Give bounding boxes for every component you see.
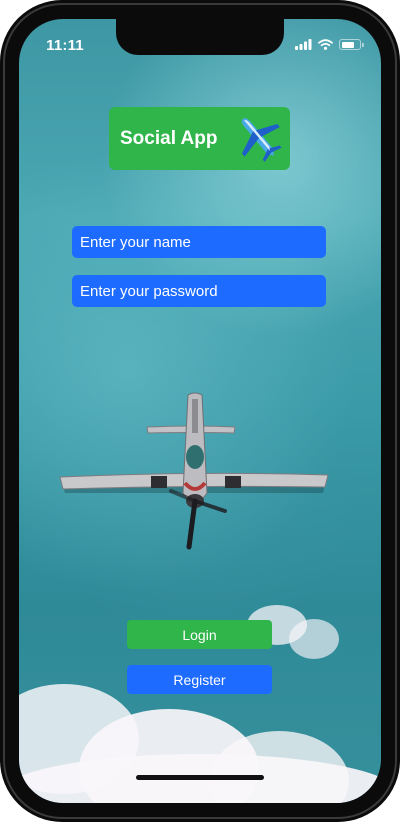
wifi-icon — [318, 39, 333, 50]
login-button[interactable]: Login — [127, 620, 272, 649]
home-indicator[interactable] — [136, 775, 264, 780]
app-logo: Social App — [109, 107, 290, 170]
login-screen: 11:11 Social App Enter your name Login R… — [19, 19, 381, 803]
register-button[interactable]: Register — [127, 665, 272, 694]
battery-level — [341, 41, 355, 48]
app-logo-text: Social App — [120, 127, 218, 149]
battery-icon — [339, 39, 364, 50]
name-input[interactable] — [72, 226, 326, 258]
password-input[interactable] — [72, 275, 326, 307]
cloud — [289, 619, 339, 659]
camera-notch — [116, 19, 284, 55]
airplane-photo — [59, 392, 329, 550]
battery-cap — [362, 43, 364, 47]
status-icons — [295, 39, 364, 50]
phone-frame: 11:11 Social App Enter your name Login R… — [0, 0, 400, 822]
status-time: 11:11 — [46, 37, 84, 54]
airplane-icon — [241, 118, 282, 162]
signal-icon — [295, 39, 312, 50]
